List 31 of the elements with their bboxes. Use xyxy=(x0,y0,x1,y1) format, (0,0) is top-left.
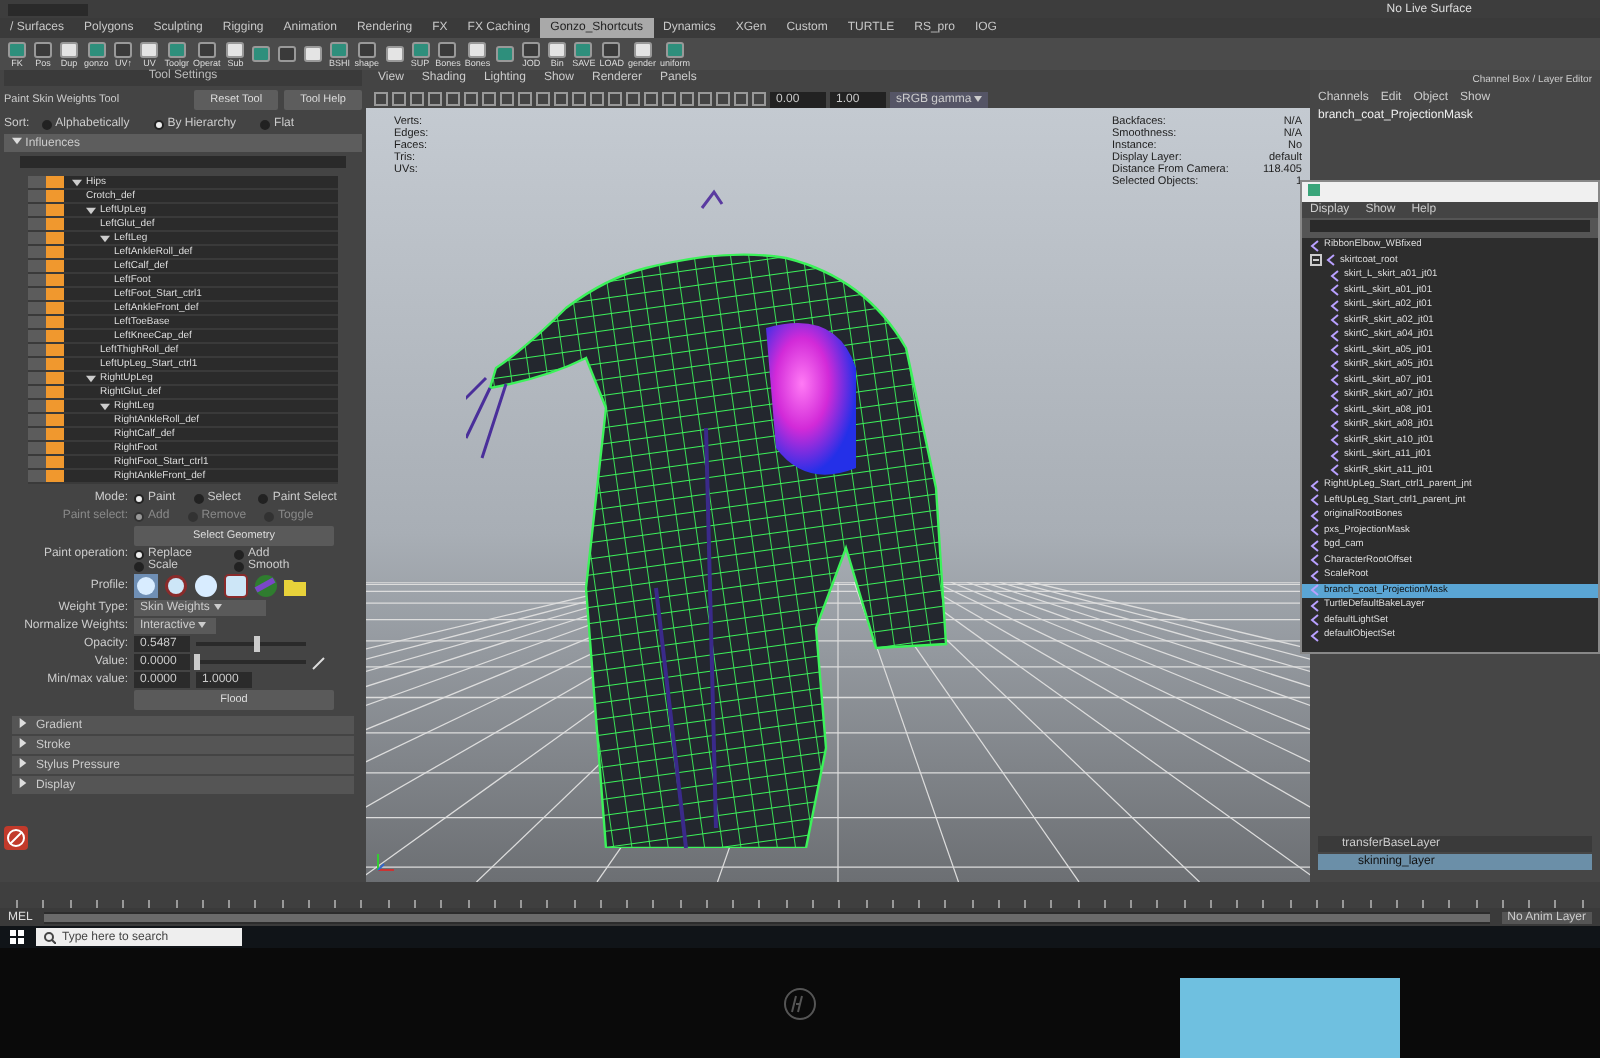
eyedropper-icon[interactable] xyxy=(312,655,326,669)
slider-handle[interactable] xyxy=(254,636,261,652)
shelf-button[interactable] xyxy=(276,46,299,62)
brush-profile-icon[interactable] xyxy=(224,574,248,598)
slider-handle[interactable] xyxy=(194,654,200,670)
search-icon xyxy=(44,931,56,943)
axis-gizmo-icon xyxy=(374,850,398,874)
expanded-arrow-icon[interactable] xyxy=(72,177,82,187)
dropdown-arrow-icon[interactable] xyxy=(213,604,222,610)
folder-icon[interactable] xyxy=(284,577,306,595)
no-entry-icon[interactable] xyxy=(4,826,28,850)
brush-profile-icon[interactable] xyxy=(164,574,188,598)
brush-profile-icon[interactable] xyxy=(194,574,218,598)
dropdown-arrow-icon[interactable] xyxy=(974,95,983,101)
outliner-icon xyxy=(1308,184,1320,196)
expanded-arrow-icon[interactable] xyxy=(100,401,110,411)
expanded-arrow-icon[interactable] xyxy=(86,205,96,215)
shelf-button[interactable] xyxy=(383,46,406,62)
shelf-button[interactable] xyxy=(302,46,325,62)
shelf-button[interactable] xyxy=(494,46,517,62)
collapse-icon[interactable] xyxy=(1310,254,1322,267)
filter-field[interactable] xyxy=(20,156,346,168)
shelf-button[interactable] xyxy=(250,46,273,62)
expanded-arrow-icon[interactable] xyxy=(86,373,96,383)
expanded-arrow-icon[interactable] xyxy=(100,233,110,243)
timeline-ruler[interactable] xyxy=(0,882,1600,908)
hp-logo-icon xyxy=(784,987,816,1019)
windows-start-icon[interactable] xyxy=(10,930,24,944)
expanded-arrow-icon[interactable] xyxy=(12,136,22,146)
outliner-search-field[interactable] xyxy=(1310,220,1590,232)
dropdown-arrow-icon[interactable] xyxy=(198,622,207,628)
